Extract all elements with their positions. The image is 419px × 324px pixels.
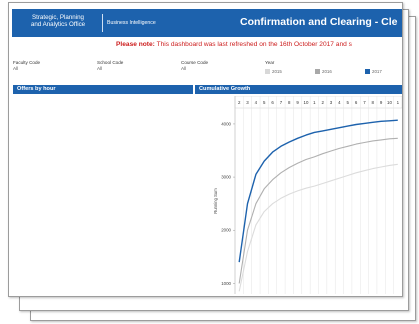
dashboard-page: Strategic, Planning and Analytics Office…: [8, 2, 403, 297]
cumulative-growth-panel-title: Cumulative Growth: [195, 85, 402, 94]
x-tick-label: 10: [304, 100, 309, 105]
legend-swatch: [315, 69, 320, 75]
filter-value: All: [13, 65, 19, 71]
refresh-notice: Please note: This dashboard was last ref…: [116, 41, 352, 48]
school-code-filter[interactable]: School Code All: [97, 60, 123, 71]
course-code-filter[interactable]: Course Code All: [181, 60, 208, 71]
year-filter-label: Year: [265, 60, 275, 65]
header-divider: [102, 14, 103, 32]
y-axis-label: Running Sum: [213, 188, 218, 214]
org-name: Strategic, Planning and Analytics Office: [20, 14, 96, 28]
dashboard-header: Strategic, Planning and Analytics Office…: [12, 9, 402, 37]
dashboard-title: Confirmation and Clearing - Cle: [240, 16, 398, 28]
org-name-line1: Strategic, Planning: [32, 14, 84, 21]
org-name-line2: and Analytics Office: [30, 21, 86, 28]
legend-label: 2015: [272, 69, 282, 74]
cumulative-growth-chart: 2 3 4 5 6 7 8 9 10 1 2 3 4 5 6 7 8 9 10 11000200030004000Ru…: [213, 96, 402, 294]
header-subtitle: Business Intelligence: [107, 20, 156, 26]
legend-label: 2017: [372, 69, 382, 74]
year-option-2017[interactable]: 2017: [365, 69, 382, 75]
filter-label: School Code: [97, 60, 124, 65]
year-option-2015[interactable]: 2015: [265, 69, 282, 75]
y-tick-label: 1000: [221, 281, 231, 286]
filter-value: All: [181, 65, 187, 71]
x-tick-label: 10: [387, 100, 392, 105]
notice-prefix: Please note:: [116, 41, 155, 48]
legend-label: 2016: [322, 69, 332, 74]
y-tick-label: 2000: [221, 228, 231, 233]
filter-label: Faculty Code: [13, 60, 41, 65]
filter-value: All: [97, 65, 103, 71]
faculty-code-filter[interactable]: Faculty Code All: [13, 60, 40, 71]
legend-swatch: [365, 69, 370, 75]
y-tick-label: 3000: [221, 175, 231, 180]
notice-text: This dashboard was last refreshed on the…: [154, 41, 352, 48]
legend-swatch: [265, 69, 270, 75]
filter-label: Course Code: [181, 60, 209, 65]
y-tick-label: 4000: [221, 121, 231, 126]
year-option-2016[interactable]: 2016: [315, 69, 332, 75]
offers-by-hour-panel-title: Offers by hour: [13, 85, 193, 94]
